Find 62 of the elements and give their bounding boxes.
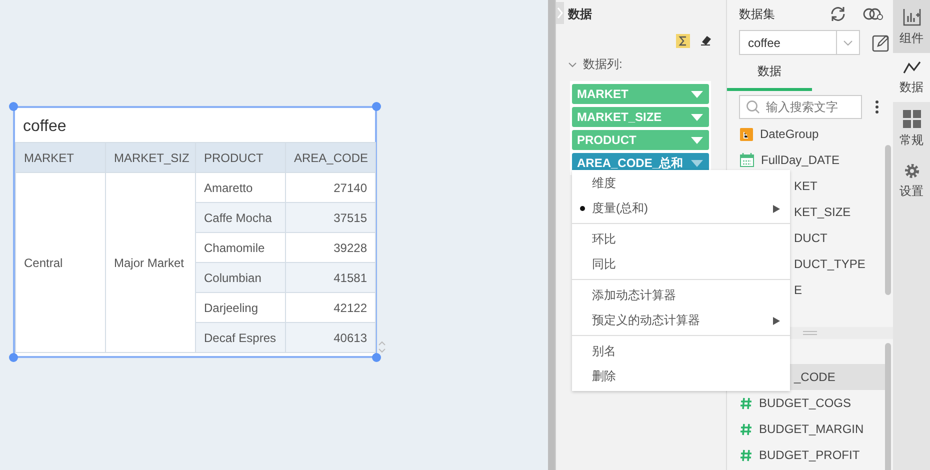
edit-icon[interactable] <box>872 34 890 52</box>
sigma-icon[interactable] <box>676 34 690 48</box>
calendar-icon <box>740 153 754 167</box>
table-cell: 40613 <box>286 322 376 352</box>
menu-item[interactable]: 度量(总和) <box>572 196 790 221</box>
dropdown-icon[interactable] <box>691 114 703 120</box>
tab[interactable]: 数据 <box>727 59 812 91</box>
field-item[interactable]: BUDGET_COGS <box>727 390 888 416</box>
dropdown-icon[interactable] <box>691 160 703 166</box>
panel-title: 数据 <box>568 6 592 23</box>
chevron-down-icon[interactable] <box>568 62 577 68</box>
menu-item[interactable]: 维度 <box>572 171 790 196</box>
search-icon <box>746 100 760 114</box>
dataset-select[interactable]: coffee <box>739 30 860 55</box>
settings-icon <box>904 163 920 179</box>
sidebar-tab[interactable]: 组件 <box>893 0 930 53</box>
menu-item[interactable]: 预定义的动态计算器 <box>572 308 790 333</box>
folder-icon <box>740 128 753 140</box>
section-label: 数据列: <box>583 56 622 73</box>
add-chart-icon <box>902 8 920 26</box>
table-cell: 41581 <box>286 262 376 292</box>
link-circles-icon[interactable] <box>863 7 883 21</box>
dropdown-icon[interactable] <box>691 90 703 98</box>
dropdown-icon[interactable] <box>691 136 703 144</box>
menu-item[interactable]: 别名 <box>572 339 790 364</box>
menu-item[interactable]: 同比 <box>572 252 790 277</box>
resize-handle[interactable] <box>372 353 381 362</box>
sidebar-tab[interactable]: 设置 <box>893 155 930 206</box>
line-chart-icon <box>902 61 920 75</box>
sidebar-tab[interactable]: 常规 <box>893 102 930 155</box>
column-header: MARKET <box>16 142 106 172</box>
more-icon[interactable] <box>875 100 879 114</box>
chevron-down-icon <box>843 40 853 46</box>
column-header: AREA_CODE <box>286 142 376 172</box>
resize-handle[interactable] <box>372 102 381 111</box>
menu-item[interactable]: 环比 <box>572 227 790 252</box>
table-cell: 37515 <box>286 202 376 232</box>
resize-handle[interactable] <box>9 353 18 362</box>
table-cell: Columbian <box>196 262 286 292</box>
hash-icon <box>740 448 752 462</box>
table-cell: Central <box>16 172 106 352</box>
table-cell: Caffe Mocha <box>196 202 286 232</box>
drag-handle-icon[interactable] <box>803 331 817 335</box>
column-header: PRODUCT <box>196 142 286 172</box>
table-cell: Decaf Espres <box>196 322 286 352</box>
hash-icon <box>740 396 752 410</box>
grid-icon <box>902 110 920 128</box>
scroll-arrows-icon[interactable] <box>378 340 386 354</box>
field-item[interactable]: DateGroup <box>727 121 888 147</box>
eraser-icon[interactable] <box>700 34 712 46</box>
column-header: MARKET_SIZ <box>106 142 196 172</box>
refresh-icon[interactable] <box>829 5 847 23</box>
field-item[interactable]: BUDGET_MARGIN <box>727 416 888 442</box>
sidebar-tab[interactable]: 数据 <box>893 53 930 102</box>
resize-handle[interactable] <box>9 102 18 111</box>
field-item[interactable]: BUDGET_PROFIT <box>727 442 888 468</box>
search-field[interactable]: 输入搜索文字 <box>739 95 862 119</box>
field-item[interactable]: FullDay_DATE <box>727 147 888 173</box>
widget-title: coffee <box>22 117 68 137</box>
hash-icon <box>740 422 752 436</box>
menu-item[interactable]: 添加动态计算器 <box>572 283 790 308</box>
panel-title: 数据集 <box>739 6 776 22</box>
